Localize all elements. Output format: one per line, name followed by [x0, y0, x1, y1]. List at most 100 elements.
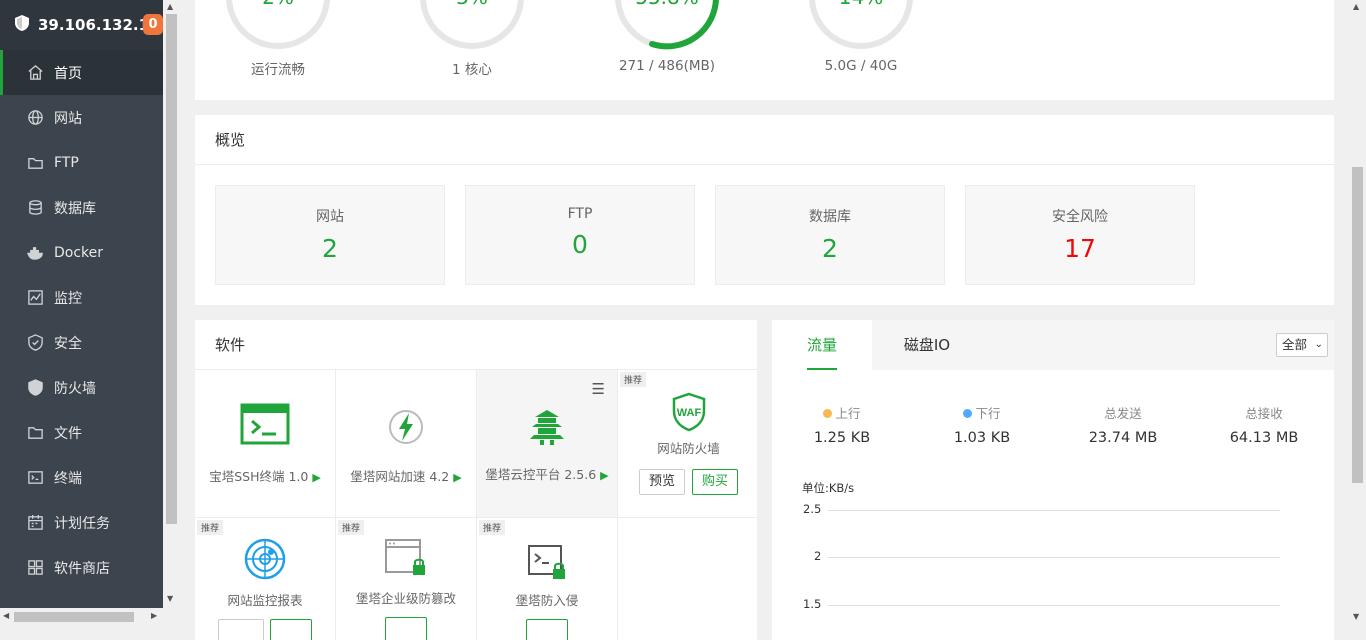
scroll-down-arrow-icon[interactable]: ▼	[167, 594, 173, 603]
recommend-tag: 推荐	[197, 520, 224, 535]
stat-total-received: 总接收 64.13 MB	[1194, 403, 1334, 446]
play-icon[interactable]: ▶	[312, 471, 320, 484]
buy-button[interactable]	[269, 619, 312, 640]
sidebar-scrollbar[interactable]: ▲ ▼	[163, 0, 180, 608]
software-name: 堡塔网站加速 4.2	[350, 469, 450, 484]
scroll-up-arrow-icon[interactable]: ▲	[1353, 2, 1359, 11]
main-scrollbar[interactable]: ▲ ▼	[1349, 0, 1366, 625]
stat-upload: 上行 1.25 KB	[772, 403, 912, 446]
memory-gauge[interactable]: 55.8% 271 / 486(MB)	[607, 0, 727, 74]
recommend-tag: 推荐	[338, 520, 365, 535]
lightning-icon	[336, 408, 476, 450]
sidebar-item-cron[interactable]: 计划任务	[0, 500, 163, 545]
sidebar-item-database[interactable]: 数据库	[0, 185, 163, 230]
preview-button[interactable]	[218, 619, 265, 640]
overview-websites[interactable]: 网站 2	[215, 185, 445, 285]
sidebar-item-security[interactable]: 安全	[0, 320, 163, 365]
overview-value: 0	[572, 230, 588, 259]
main-scroll-thumb[interactable]	[1352, 167, 1363, 483]
software-item-monitor-report[interactable]: 推荐 网站监控报表	[195, 518, 336, 640]
sidebar-item-files[interactable]: 文件	[0, 410, 163, 455]
stat-label: 下行	[975, 406, 1001, 421]
browser-lock-icon	[336, 538, 476, 582]
chart-unit-label: 单位:KB/s	[802, 481, 855, 495]
software-title: 软件	[195, 320, 757, 370]
radar-icon	[195, 538, 335, 584]
pagoda-icon	[477, 408, 617, 450]
sidebar-item-label: 监控	[54, 290, 82, 307]
notification-badge[interactable]: 0	[143, 14, 163, 35]
sidebar-item-label: 数据库	[54, 200, 96, 217]
sidebar-item-label: Docker	[54, 244, 104, 261]
overview-security-risk[interactable]: 安全风险 17	[965, 185, 1195, 285]
disk-gauge-ring: 14%	[809, 0, 913, 49]
scroll-up-arrow-icon[interactable]: ▲	[167, 2, 173, 11]
overview-label: 网站	[316, 209, 344, 225]
recommend-tag: 推荐	[479, 520, 506, 535]
load-gauge[interactable]: 2% 运行流畅	[218, 0, 338, 78]
software-item-waf[interactable]: 推荐 WAF 网站防火墙 预览 购买	[618, 370, 757, 518]
play-icon[interactable]: ▶	[453, 471, 461, 484]
scroll-down-arrow-icon[interactable]: ▼	[1353, 612, 1359, 621]
overview-database[interactable]: 数据库 2	[715, 185, 945, 285]
preview-button[interactable]: 预览	[638, 469, 685, 495]
play-icon[interactable]: ▶	[600, 469, 608, 482]
sidebar-item-firewall[interactable]: 防火墙	[0, 365, 163, 410]
sidebar-item-label: 防火墙	[54, 380, 96, 397]
sidebar-scroll-thumb[interactable]	[166, 14, 177, 524]
status-card: 2% 运行流畅 3% 1 核心 55.8% 271 / 486(MB) 14% …	[195, 0, 1334, 100]
gauge-value: 55.8%	[635, 0, 699, 9]
software-item-accelerate[interactable]: 堡塔网站加速 4.2 ▶	[336, 370, 477, 518]
tab-disk-io[interactable]: 磁盘IO	[872, 320, 982, 370]
sidebar-horizontal-scrollbar[interactable]: ◀ ▶	[0, 608, 163, 625]
software-item-tamper-proof[interactable]: 推荐 堡塔企业级防篡改	[336, 518, 477, 640]
stat-label: 总发送	[1104, 406, 1142, 421]
traffic-filter-select[interactable]: 全部 ⌄	[1276, 333, 1328, 357]
sidebar-item-terminal[interactable]: 终端	[0, 455, 163, 500]
menu-icon[interactable]: ☰	[592, 380, 605, 398]
sidebar-item-monitor[interactable]: 监控	[0, 275, 163, 320]
sidebar-item-website[interactable]: 网站	[0, 95, 163, 140]
disk-gauge[interactable]: 14% 5.0G / 40G	[801, 0, 921, 74]
docker-icon	[26, 244, 44, 262]
home-icon	[26, 64, 44, 82]
software-card: 软件 宝塔SSH终端 1.0 ▶ 堡塔网站加速 4.2 ▶ ☰ 堡塔云控平台 2…	[195, 320, 757, 640]
ftp-icon	[26, 154, 44, 172]
server-header[interactable]: 39.106.132.191 0	[0, 0, 170, 50]
scroll-left-arrow-icon[interactable]: ◀	[3, 611, 9, 620]
y-tick-label: 2	[814, 549, 822, 563]
terminal-lock-icon	[477, 544, 617, 584]
sidebar-item-label: 网站	[54, 110, 82, 127]
overview-value: 17	[1064, 234, 1096, 263]
sidebar-item-ftp[interactable]: FTP	[0, 140, 163, 185]
cpu-gauge-ring: 3%	[420, 0, 524, 49]
scroll-right-arrow-icon[interactable]: ▶	[151, 611, 157, 620]
gauge-label: 运行流畅	[251, 62, 305, 78]
tab-label: 流量	[806, 336, 837, 354]
software-item-intrusion-prevention[interactable]: 推荐 堡塔防入侵	[477, 518, 618, 640]
buy-button[interactable]: 购买	[692, 469, 739, 495]
chevron-down-icon: ⌄	[1314, 339, 1323, 350]
stat-label: 总接收	[1245, 406, 1283, 421]
sidebar-item-docker[interactable]: Docker	[0, 230, 163, 275]
buy-button[interactable]	[385, 617, 427, 640]
gauge-value: 3%	[456, 0, 488, 9]
overview-title: 概览	[195, 115, 1334, 165]
y-tick-label: 2.5	[803, 502, 822, 516]
overview-ftp[interactable]: FTP 0	[465, 185, 695, 285]
load-gauge-ring: 2%	[226, 0, 330, 49]
tab-traffic[interactable]: 流量	[772, 320, 872, 370]
traffic-tabs: 流量 磁盘IO 全部 ⌄	[772, 320, 1334, 370]
sidebar-hscroll-thumb[interactable]	[14, 612, 134, 622]
database-icon	[26, 199, 44, 217]
overview-value: 2	[322, 234, 338, 263]
software-name: 网站防火墙	[657, 441, 720, 456]
waf-icon: WAF	[618, 392, 757, 436]
sidebar-item-store[interactable]: 软件商店	[0, 545, 163, 590]
software-item-ssh[interactable]: 宝塔SSH终端 1.0 ▶	[195, 370, 336, 518]
buy-button[interactable]	[526, 619, 568, 640]
software-item-cloud-control[interactable]: ☰ 堡塔云控平台 2.5.6 ▶	[477, 370, 618, 518]
sidebar-item-home[interactable]: 首页	[0, 50, 163, 95]
monitor-icon	[26, 289, 44, 307]
cpu-gauge[interactable]: 3% 1 核心	[412, 0, 532, 78]
